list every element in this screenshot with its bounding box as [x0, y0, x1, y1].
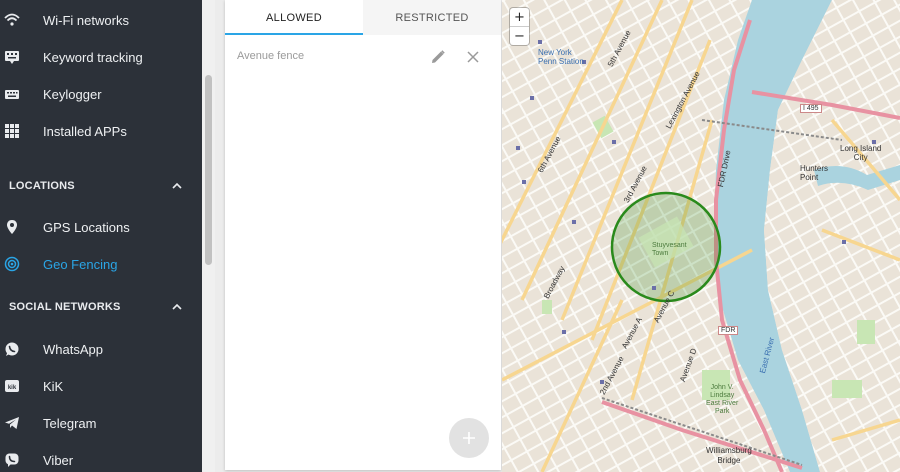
sidebar-item-label: Keyword tracking	[43, 50, 143, 65]
wifi-icon	[4, 12, 20, 28]
sidebar-item-label: Viber	[43, 453, 73, 468]
kik-icon: kik	[4, 378, 20, 394]
zoom-out-button[interactable]: −	[510, 27, 529, 45]
map-label-lindsay-park: John V. Lindsay East River Park	[706, 384, 738, 416]
map-label-lic: Long Island City	[840, 144, 881, 162]
map-pin-icon	[4, 219, 20, 235]
scrollbar-thumb[interactable]	[205, 75, 212, 265]
sidebar-item-telegram[interactable]: Telegram	[0, 405, 202, 441]
sidebar-item-label: WhatsApp	[43, 342, 103, 357]
chevron-up-icon	[170, 179, 184, 193]
fence-name: Avenue fence	[237, 50, 304, 62]
sidebar-item-label: KiK	[43, 379, 63, 394]
map-label-i495: I 495	[800, 104, 822, 113]
sidebar-item-installed-apps[interactable]: Installed APPs	[0, 113, 202, 149]
map-label-penn-station: New York Penn Station	[538, 48, 584, 66]
close-icon[interactable]	[465, 49, 481, 65]
fence-tabs: ALLOWED RESTRICTED	[225, 0, 501, 35]
map-tiles	[502, 0, 900, 472]
sidebar-item-geo-fencing[interactable]: Geo Fencing	[0, 246, 202, 282]
sidebar: Wi-Fi networks Keyword tracking Keylogge…	[0, 0, 202, 472]
telegram-icon	[4, 415, 20, 431]
sidebar-item-label: GPS Locations	[43, 220, 130, 235]
map-label-hunters-point: Hunters Point	[800, 164, 828, 182]
geo-fence-icon	[4, 256, 20, 272]
whatsapp-icon	[4, 341, 20, 357]
sidebar-item-whatsapp[interactable]: WhatsApp	[0, 331, 202, 367]
plus-icon	[462, 431, 476, 445]
keyboard-icon	[4, 86, 20, 102]
chevron-up-icon	[170, 300, 184, 314]
map-label-stuyvesant-town: Stuyvesant Town	[652, 242, 687, 258]
sidebar-item-label: Installed APPs	[43, 124, 127, 139]
svg-text:kik: kik	[8, 385, 17, 391]
map-view[interactable]: + − New York Penn Station Long Island Ci…	[502, 0, 900, 472]
sidebar-item-label: Geo Fencing	[43, 257, 117, 272]
sidebar-item-kik[interactable]: kik KiK	[0, 368, 202, 404]
zoom-in-button[interactable]: +	[510, 8, 529, 27]
tab-allowed[interactable]: ALLOWED	[225, 0, 363, 35]
sidebar-item-label: Wi-Fi networks	[43, 13, 129, 28]
section-header-social-networks[interactable]: SOCIAL NETWORKS	[0, 292, 202, 322]
geo-fence-panel: ALLOWED RESTRICTED Avenue fence	[225, 0, 501, 470]
section-title: LOCATIONS	[9, 180, 75, 192]
section-title: SOCIAL NETWORKS	[9, 301, 121, 313]
map-label-williamsburg-bridge: Williamsburg Bridge	[706, 446, 752, 466]
sidebar-item-viber[interactable]: Viber	[0, 442, 202, 472]
tab-restricted[interactable]: RESTRICTED	[363, 0, 501, 35]
sidebar-scrollbar[interactable]	[202, 0, 215, 472]
pencil-icon[interactable]	[430, 49, 446, 65]
sidebar-item-wifi-networks[interactable]: Wi-Fi networks	[0, 2, 202, 38]
apps-grid-icon	[4, 123, 20, 139]
section-header-locations[interactable]: LOCATIONS	[0, 171, 202, 201]
add-fence-button[interactable]	[449, 418, 489, 458]
map-label-fdr: FDR	[718, 326, 738, 335]
sidebar-item-keylogger[interactable]: Keylogger	[0, 76, 202, 112]
zoom-control: + −	[510, 8, 529, 45]
sidebar-item-label: Telegram	[43, 416, 96, 431]
keyboard-alt-icon	[4, 49, 20, 65]
fence-list-item[interactable]: Avenue fence	[225, 40, 501, 74]
viber-icon	[4, 452, 20, 468]
sidebar-item-keyword-tracking[interactable]: Keyword tracking	[0, 39, 202, 75]
sidebar-item-gps-locations[interactable]: GPS Locations	[0, 209, 202, 245]
sidebar-item-label: Keylogger	[43, 87, 102, 102]
